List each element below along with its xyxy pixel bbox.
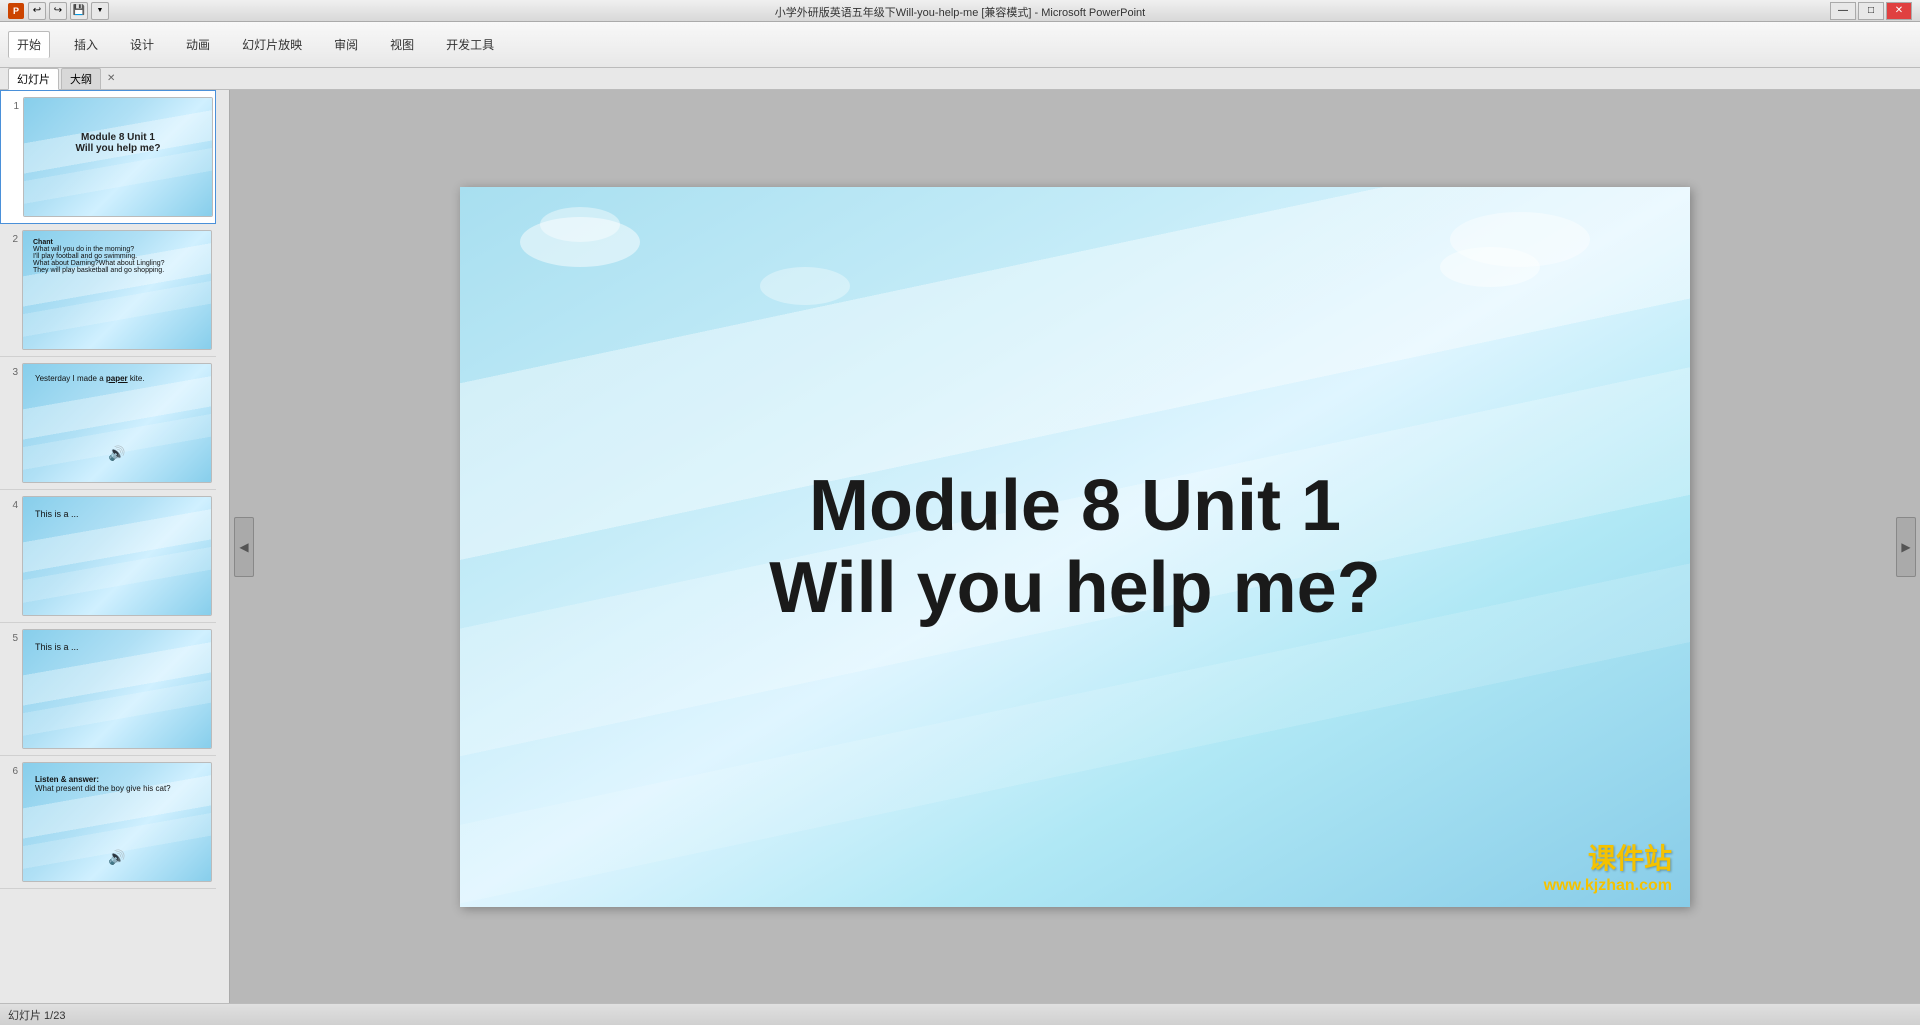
slide6-content: Listen & answer: What present did the bo… bbox=[29, 771, 177, 797]
app-icon: P bbox=[8, 3, 24, 19]
save-button[interactable]: 💾 bbox=[70, 2, 88, 20]
prev-slide-button[interactable]: ◀ bbox=[234, 517, 254, 577]
main-slide[interactable]: Module 8 Unit 1 Will you help me? 课件站 ww… bbox=[460, 187, 1690, 907]
slide-preview-3: Yesterday I made a paper kite. 🔊 bbox=[22, 363, 212, 483]
watermark-url: www.kjzhan.com bbox=[1544, 877, 1672, 895]
slide-count-status: 幻灯片 1/23 bbox=[8, 1007, 65, 1023]
slide-preview-6: Listen & answer: What present did the bo… bbox=[22, 762, 212, 882]
slide-num-6: 6 bbox=[0, 762, 18, 882]
cloud-4 bbox=[1450, 212, 1590, 267]
next-slide-button[interactable]: ▶ bbox=[1896, 517, 1916, 577]
slide-thumb-2[interactable]: 2 Chant What will you do in the morning?… bbox=[0, 224, 216, 357]
tab-outline[interactable]: 大纲 bbox=[61, 68, 101, 90]
slide3-speaker-icon: 🔊 bbox=[108, 445, 125, 462]
main-title-line1: Module 8 Unit 1 bbox=[769, 465, 1380, 547]
close-button[interactable]: ✕ bbox=[1886, 2, 1912, 20]
slide-preview-5: This is a ... bbox=[22, 629, 212, 749]
slide-preview-2: Chant What will you do in the morning? I… bbox=[22, 230, 212, 350]
ribbon-tab-design[interactable]: 设计 bbox=[122, 32, 162, 57]
slide2-content: Chant What will you do in the morning? I… bbox=[27, 235, 171, 278]
slide6-speaker-icon: 🔊 bbox=[108, 849, 125, 866]
slide-panel: 1 Module 8 Unit 1Will you help me? 2 Cha… bbox=[0, 90, 230, 1003]
main-slide-area: ◀ Module 8 Unit 1 Will you help me? 课件站 … bbox=[230, 90, 1920, 1003]
watermark: 课件站 www.kjzhan.com bbox=[1544, 837, 1672, 895]
slide-thumbnails-list: 1 Module 8 Unit 1Will you help me? 2 Cha… bbox=[0, 90, 216, 889]
dropdown-button[interactable]: ▼ bbox=[91, 2, 109, 20]
maximize-button[interactable]: □ bbox=[1858, 2, 1884, 20]
cloud-2 bbox=[540, 207, 620, 242]
slide-thumb-5[interactable]: 5 This is a ... bbox=[0, 623, 216, 756]
ribbon-tab-slideshow[interactable]: 幻灯片放映 bbox=[234, 32, 310, 57]
main-slide-title: Module 8 Unit 1 Will you help me? bbox=[769, 465, 1380, 629]
statusbar: 幻灯片 1/23 bbox=[0, 1003, 1920, 1025]
slide5-content: This is a ... bbox=[29, 638, 85, 656]
ribbon-tab-start[interactable]: 开始 bbox=[8, 31, 50, 58]
slide4-content: This is a ... bbox=[29, 505, 85, 523]
panel-close-button[interactable]: ✕ bbox=[107, 73, 115, 84]
slide1-title: Module 8 Unit 1Will you help me? bbox=[24, 128, 212, 158]
ribbon-tab-view[interactable]: 视图 bbox=[382, 32, 422, 57]
titlebar: P ↩ ↪ 💾 ▼ 小学外研版英语五年级下Will-you-help-me [兼… bbox=[0, 0, 1920, 22]
slide-num-2: 2 bbox=[0, 230, 18, 350]
slide-preview-4: This is a ... bbox=[22, 496, 212, 616]
titlebar-left: P ↩ ↪ 💾 ▼ bbox=[8, 2, 109, 20]
slide-thumb-3[interactable]: 3 Yesterday I made a paper kite. 🔊 bbox=[0, 357, 216, 490]
slide-num-1: 1 bbox=[1, 97, 19, 217]
ribbon-tab-insert[interactable]: 插入 bbox=[66, 32, 106, 57]
main-layout: 1 Module 8 Unit 1Will you help me? 2 Cha… bbox=[0, 90, 1920, 1003]
slide-thumb-6[interactable]: 6 Listen & answer: What present did the … bbox=[0, 756, 216, 889]
undo-button[interactable]: ↩ bbox=[28, 2, 46, 20]
slide-num-4: 4 bbox=[0, 496, 18, 616]
cloud-5 bbox=[760, 267, 850, 305]
quick-access-toolbar: ↩ ↪ 💾 ▼ bbox=[28, 2, 109, 20]
redo-button[interactable]: ↪ bbox=[49, 2, 67, 20]
ribbon-tab-dev[interactable]: 开发工具 bbox=[438, 32, 502, 57]
ribbon-tab-review[interactable]: 审阅 bbox=[326, 32, 366, 57]
minimize-button[interactable]: — bbox=[1830, 2, 1856, 20]
slide-num-5: 5 bbox=[0, 629, 18, 749]
watermark-brand: 课件站 bbox=[1544, 837, 1672, 877]
slide-thumb-4[interactable]: 4 This is a ... bbox=[0, 490, 216, 623]
slide-preview-1: Module 8 Unit 1Will you help me? bbox=[23, 97, 213, 217]
tab-slides[interactable]: 幻灯片 bbox=[8, 68, 59, 90]
panel-tabs: 幻灯片 大纲 ✕ bbox=[0, 68, 1920, 90]
ribbon-tab-animation[interactable]: 动画 bbox=[178, 32, 218, 57]
main-title-line2: Will you help me? bbox=[769, 547, 1380, 629]
slide-num-3: 3 bbox=[0, 363, 18, 483]
window-controls: — □ ✕ bbox=[1830, 2, 1912, 20]
window-title: 小学外研版英语五年级下Will-you-help-me [兼容模式] - Mic… bbox=[775, 4, 1145, 20]
slide-thumb-1[interactable]: 1 Module 8 Unit 1Will you help me? bbox=[0, 90, 216, 224]
ribbon: 开始 插入 设计 动画 幻灯片放映 审阅 视图 开发工具 bbox=[0, 22, 1920, 68]
slide3-content: Yesterday I made a paper kite. bbox=[29, 370, 151, 387]
